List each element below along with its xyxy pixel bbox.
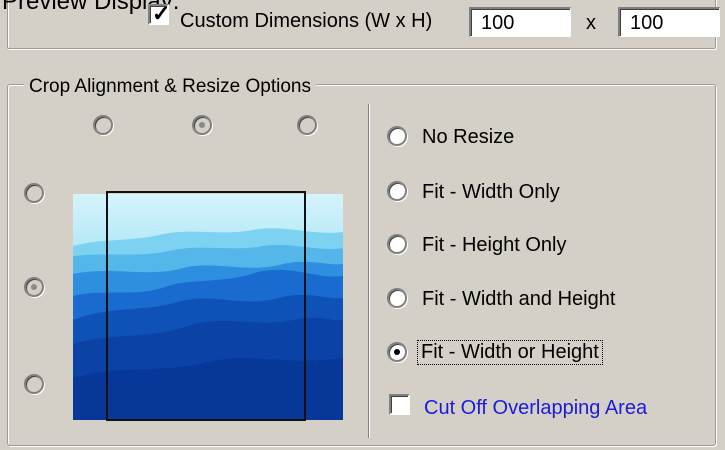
height-input[interactable]	[618, 7, 720, 37]
no-resize-radio[interactable]	[387, 126, 407, 146]
fit-width-or-height-radio[interactable]	[387, 342, 407, 362]
align-middle-left-radio[interactable]	[24, 277, 44, 297]
fit-width-only-radio[interactable]	[387, 181, 407, 201]
fit-height-only-label: Fit - Height Only	[422, 234, 567, 256]
fit-width-only-label: Fit - Width Only	[422, 181, 560, 203]
cut-off-overlapping-label: Cut Off Overlapping Area	[424, 397, 648, 419]
crop-frame	[106, 191, 306, 421]
radio-dot-icon	[199, 122, 205, 128]
radio-dot-icon	[394, 349, 400, 355]
fit-height-only-radio[interactable]	[387, 234, 407, 254]
dimension-times-label: x	[586, 12, 596, 34]
fit-width-and-height-radio[interactable]	[387, 288, 407, 308]
crop-alignment-legend: Crop Alignment & Resize Options	[24, 76, 316, 98]
width-input[interactable]	[469, 7, 571, 37]
checkmark-icon: ✓	[152, 1, 171, 26]
align-top-left-radio[interactable]	[93, 115, 113, 135]
vertical-divider	[368, 104, 370, 438]
fit-width-and-height-label: Fit - Width and Height	[422, 288, 616, 310]
align-bottom-left-radio[interactable]	[24, 374, 44, 394]
no-resize-label: No Resize	[422, 126, 515, 148]
radio-dot-icon	[31, 284, 37, 290]
align-top-right-radio[interactable]	[297, 115, 317, 135]
align-middle-top-radio[interactable]	[24, 183, 44, 203]
custom-dimensions-label: Custom Dimensions (W x H)	[180, 10, 433, 32]
align-top-center-radio[interactable]	[192, 115, 212, 135]
fit-width-or-height-label: Fit - Width or Height	[417, 340, 603, 365]
custom-dimensions-checkbox[interactable]: ✓	[148, 1, 171, 26]
cut-off-overlapping-checkbox[interactable]	[389, 394, 410, 415]
